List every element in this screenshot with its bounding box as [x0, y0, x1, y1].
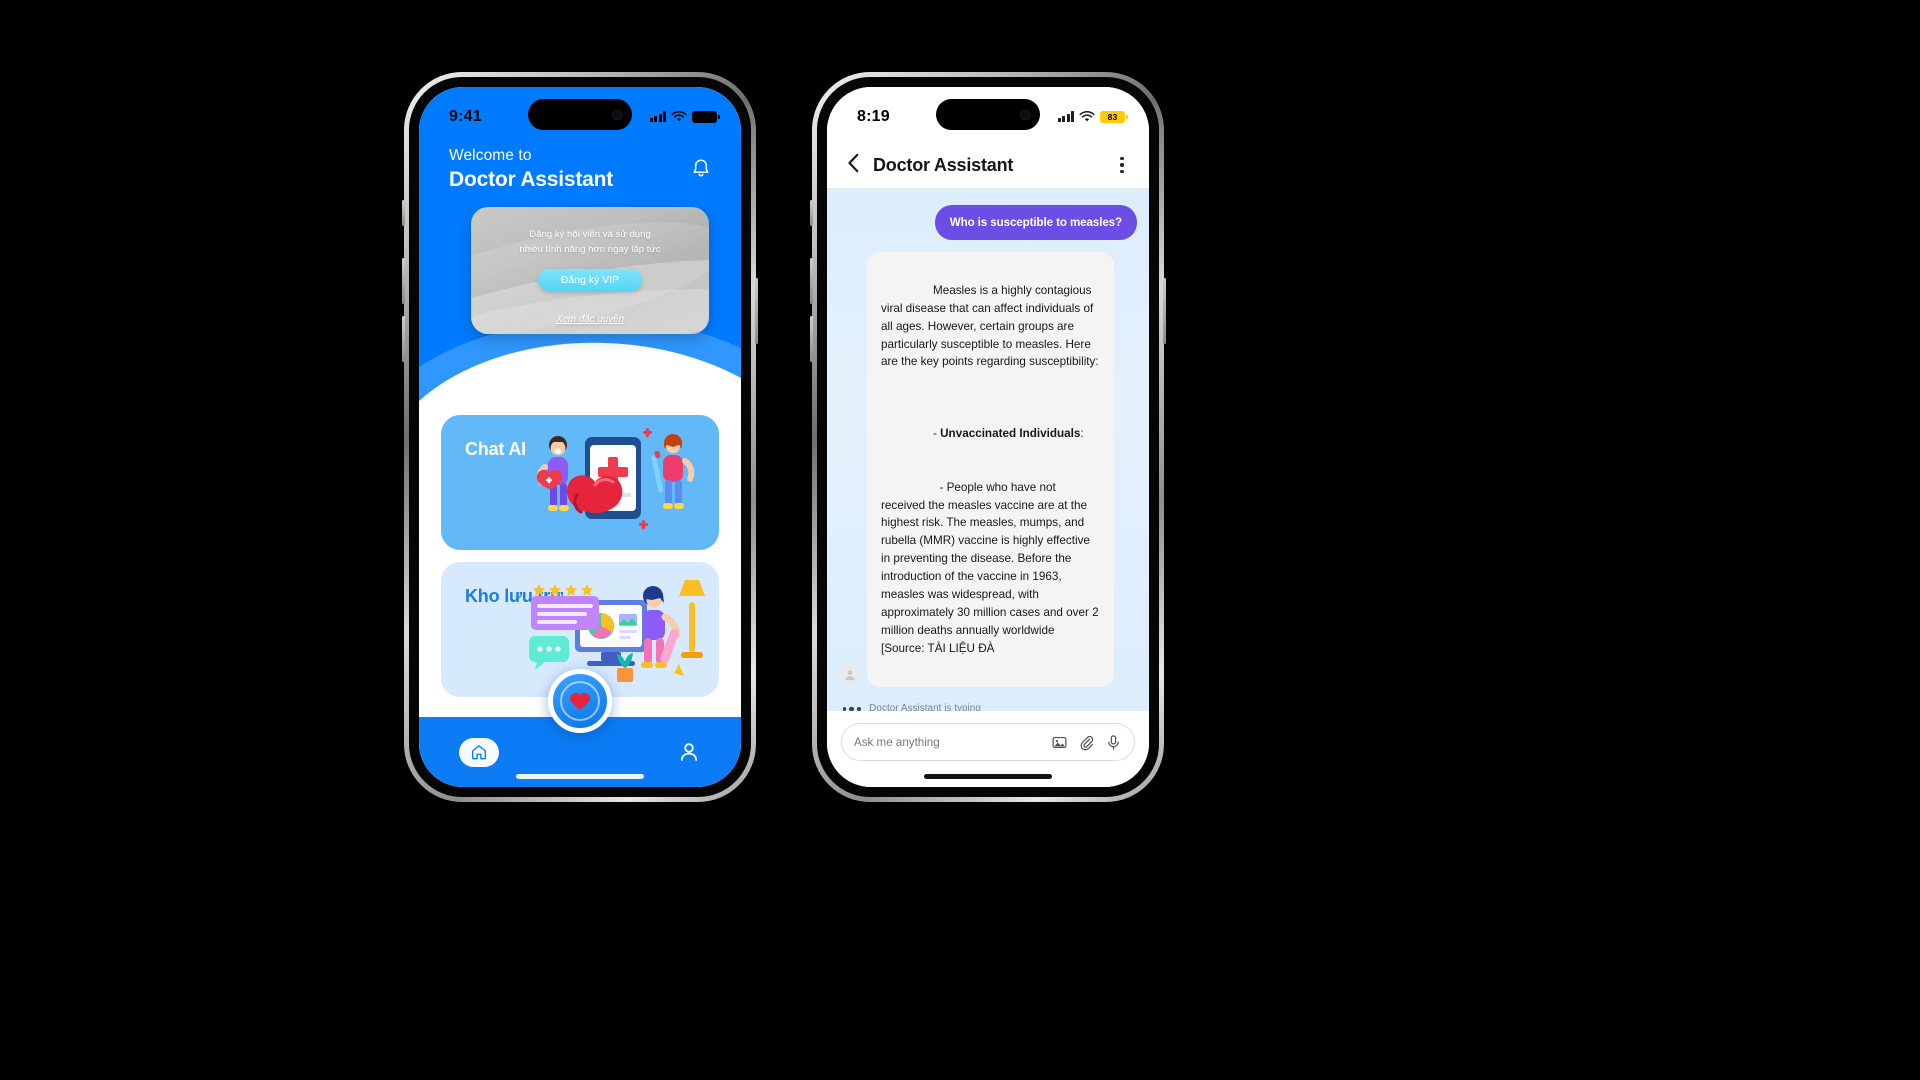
- person-avatar-icon: [844, 670, 855, 681]
- message-input-placeholder[interactable]: Ask me anything: [854, 736, 1041, 749]
- image-icon[interactable]: [1051, 734, 1068, 751]
- view-privileges-link[interactable]: Xem đặc quyền: [471, 314, 709, 325]
- wifi-icon: [671, 110, 687, 121]
- message-row-assistant: Measles is a highly contagious viral dis…: [839, 252, 1137, 688]
- person-icon: [680, 743, 698, 761]
- home-indicator-left: [516, 774, 644, 779]
- tab-profile[interactable]: [677, 740, 701, 764]
- mute-switch[interactable]: [402, 200, 405, 226]
- user-message-bubble: Who is susceptible to measles?: [934, 205, 1137, 240]
- power-button[interactable]: [755, 278, 758, 344]
- chevron-left-icon[interactable]: [841, 150, 867, 176]
- battery-full-icon: [692, 110, 717, 123]
- tab-home[interactable]: [459, 737, 499, 767]
- chat-message-list[interactable]: Who is susceptible to measles? Measles i: [827, 189, 1149, 711]
- phone-mockup-left: 9:41 Welcome to Doctor Assistant Đăng ký…: [402, 72, 758, 802]
- doctor-illustration: [536, 428, 695, 530]
- front-camera-icon: [612, 109, 623, 120]
- home-icon: [472, 745, 486, 760]
- front-camera-icon-right: [1020, 109, 1031, 120]
- chat-screen: Doctor Assistant Who is susceptible to m…: [827, 87, 1149, 787]
- battery-percent-icon: 83: [1100, 110, 1125, 123]
- cellular-bars-icon: [1057, 111, 1074, 122]
- wifi-icon: [1079, 110, 1095, 121]
- phone-bezel-left: 9:41 Welcome to Doctor Assistant Đăng ký…: [409, 77, 751, 797]
- vip-promo-card[interactable]: Đăng ký hội viên và sử dụng nhiều tính n…: [471, 207, 709, 334]
- dynamic-island-left: [528, 99, 632, 130]
- vip-description-line2: nhiều tính năng hơn ngay lập tức: [519, 243, 661, 255]
- dynamic-island-right: [936, 99, 1040, 130]
- cellular-bars-icon: [649, 111, 666, 122]
- paperclip-icon[interactable]: [1078, 734, 1095, 751]
- power-button-right[interactable]: [1163, 278, 1166, 344]
- bell-icon[interactable]: [689, 157, 713, 181]
- battery-percent-label: 83: [1107, 111, 1118, 122]
- tab-home-pill[interactable]: [459, 737, 499, 767]
- screen-left: 9:41 Welcome to Doctor Assistant Đăng ký…: [419, 87, 741, 787]
- status-time-right: 8:19: [857, 107, 890, 125]
- message-row-user: Who is susceptible to measles?: [839, 205, 1137, 240]
- assistant-paragraph-1: Measles is a highly contagious viral dis…: [881, 283, 1099, 369]
- phone-bezel-right: 8:19 83 Doctor Assistant Who is suscepti…: [817, 77, 1159, 797]
- kebab-menu-icon[interactable]: [1111, 154, 1133, 176]
- status-time: 9:41: [449, 107, 482, 125]
- register-vip-button[interactable]: Đăng ký VIP: [538, 268, 642, 291]
- screenshot-stage: 9:41 Welcome to Doctor Assistant Đăng ký…: [0, 0, 1920, 1080]
- assistant-message-bubble: Measles is a highly contagious viral dis…: [867, 252, 1115, 688]
- home-screen: Welcome to Doctor Assistant Đăng ký hội …: [419, 87, 741, 787]
- chat-ai-card[interactable]: Chat AI: [441, 415, 719, 550]
- mute-switch-right[interactable]: [810, 200, 813, 226]
- bullet-bold-label: Unvaccinated Individuals: [940, 427, 1081, 441]
- microphone-icon[interactable]: [1105, 734, 1122, 751]
- volume-down-button[interactable]: [402, 316, 405, 362]
- typing-indicator-label: Doctor Assistant is typing: [869, 703, 981, 711]
- home-indicator-right: [924, 774, 1052, 779]
- phone-mockup-right: 8:19 83 Doctor Assistant Who is suscepti…: [810, 72, 1166, 802]
- avatar: [839, 664, 860, 686]
- bullet-suffix: :: [1080, 427, 1084, 441]
- welcome-subtitle: Welcome to: [449, 147, 532, 164]
- app-title: Doctor Assistant: [449, 168, 614, 191]
- volume-up-button-right[interactable]: [810, 258, 813, 304]
- volume-up-button[interactable]: [402, 258, 405, 304]
- volume-down-button-right[interactable]: [810, 316, 813, 362]
- archive-illustration: [529, 580, 705, 682]
- message-input-container[interactable]: Ask me anything: [841, 723, 1135, 761]
- screen-right: 8:19 83 Doctor Assistant Who is suscepti…: [827, 87, 1149, 787]
- chat-title: Doctor Assistant: [873, 155, 1014, 175]
- status-indicators: [649, 110, 717, 123]
- fab-ring: [560, 681, 600, 721]
- heart-fab-button[interactable]: [548, 669, 612, 733]
- status-indicators-right: 83: [1057, 110, 1125, 123]
- vip-description: Đăng ký hội viên và sử dụng nhiều tính n…: [471, 228, 709, 258]
- typing-indicator: Doctor Assistant is typing: [839, 699, 1137, 711]
- assistant-paragraph-2: - People who have not received the measl…: [881, 480, 1102, 655]
- typing-dots-icon: [843, 706, 862, 711]
- welcome-block: Welcome to Doctor Assistant: [449, 147, 613, 192]
- vip-description-line1: Đăng ký hội viên và sử dụng: [529, 229, 651, 240]
